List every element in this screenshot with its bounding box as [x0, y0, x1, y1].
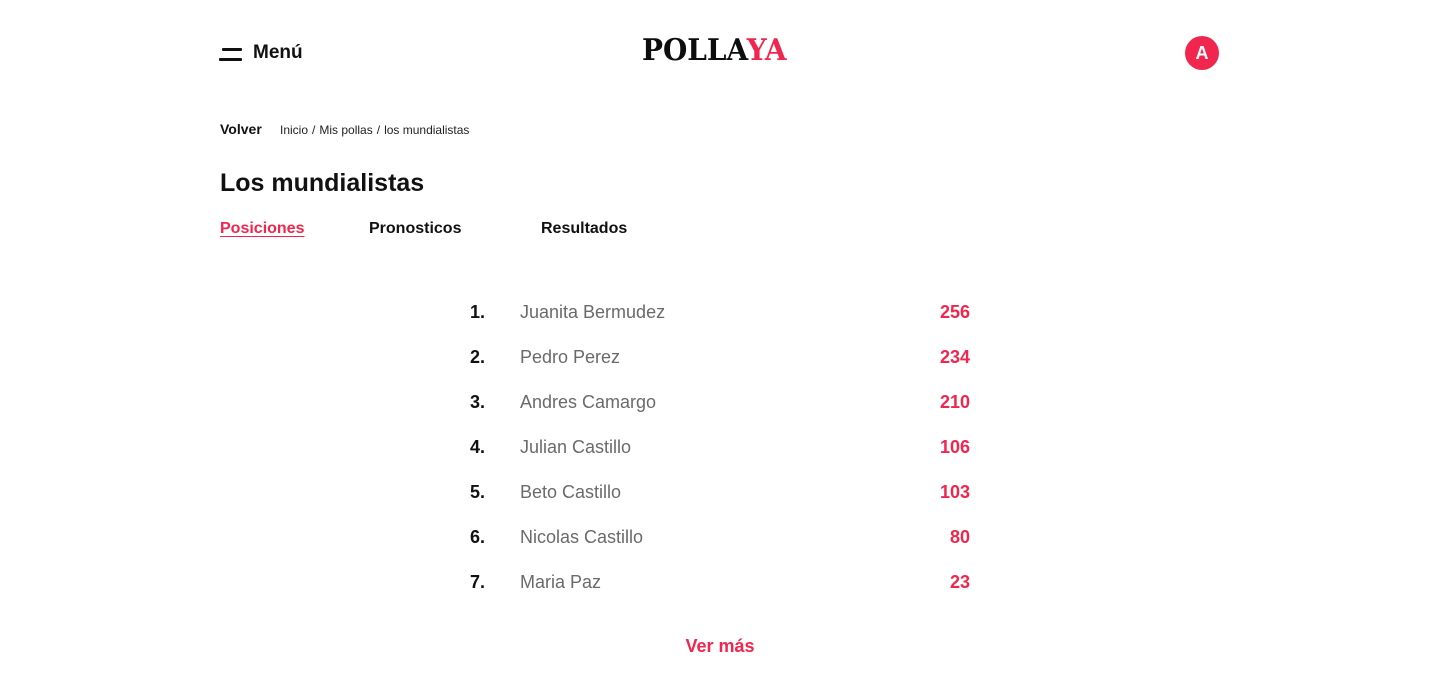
- logo-text-accent: YA: [746, 33, 787, 68]
- logo-text-dark: POLLA: [642, 33, 747, 68]
- player-name: Maria Paz: [520, 572, 602, 592]
- standings-row: 5. Beto Castillo 103: [470, 470, 970, 515]
- player-name: Juanita Bermudez: [520, 302, 666, 322]
- standings-row: 1. Juanita Bermudez 256: [470, 290, 970, 335]
- player-points: 234: [939, 347, 970, 367]
- breadcrumb-separator: /: [376, 123, 381, 137]
- player-points: 210: [939, 392, 970, 412]
- player-name: Beto Castillo: [520, 482, 622, 502]
- standings-row: 3. Andres Camargo 210: [470, 380, 970, 425]
- player-name: Julian Castillo: [520, 437, 632, 457]
- page: Menú POLLAYA A Volver Inicio / Mis polla…: [0, 0, 1440, 700]
- user-avatar[interactable]: A: [1185, 36, 1219, 70]
- breadcrumb: Inicio / Mis pollas / los mundialistas: [280, 123, 469, 137]
- standings-list: 1. Juanita Bermudez 256 2. Pedro Perez 2…: [470, 290, 970, 605]
- see-more-container: Ver más: [0, 636, 1440, 657]
- tab-resultados[interactable]: Resultados: [541, 220, 627, 238]
- standing-position: 3.: [470, 392, 486, 412]
- player-points: 256: [939, 302, 970, 322]
- standings-row: 2. Pedro Perez 234: [470, 335, 970, 380]
- menu-button[interactable]: Menú: [219, 40, 303, 66]
- standing-position: 5.: [470, 482, 486, 502]
- player-points: 80: [949, 527, 970, 547]
- hamburger-icon[interactable]: [219, 45, 242, 61]
- player-name: Nicolas Castillo: [520, 527, 644, 547]
- tab-posiciones[interactable]: Posiciones: [220, 220, 304, 238]
- standing-position: 4.: [470, 437, 486, 457]
- breadcrumb-item-mis-pollas[interactable]: Mis pollas: [319, 123, 372, 137]
- menu-label[interactable]: Menú: [253, 42, 303, 64]
- standings-row: 4. Julian Castillo 106: [470, 425, 970, 470]
- breadcrumb-separator: /: [312, 123, 316, 137]
- page-title: Los mundialistas: [220, 169, 425, 197]
- standing-position: 1.: [470, 302, 486, 322]
- standing-position: 6.: [470, 527, 486, 547]
- player-points: 103: [939, 482, 970, 502]
- breadcrumb-item-inicio[interactable]: Inicio: [280, 123, 308, 137]
- back-link[interactable]: Volver: [220, 121, 262, 137]
- player-points: 23: [949, 572, 970, 592]
- tab-pronosticos[interactable]: Pronosticos: [369, 220, 461, 238]
- player-name: Pedro Perez: [520, 347, 621, 367]
- pollaya-logo[interactable]: POLLAYA: [642, 33, 787, 69]
- standings-row: 6. Nicolas Castillo 80: [470, 515, 970, 560]
- see-more-link[interactable]: Ver más: [685, 636, 754, 656]
- standing-position: 7.: [470, 572, 486, 592]
- player-points: 106: [939, 437, 970, 457]
- standing-position: 2.: [470, 347, 486, 367]
- standings-row: 7. Maria Paz 23: [470, 560, 970, 605]
- breadcrumb-item-current: los mundialistas: [384, 123, 470, 137]
- player-name: Andres Camargo: [520, 392, 657, 412]
